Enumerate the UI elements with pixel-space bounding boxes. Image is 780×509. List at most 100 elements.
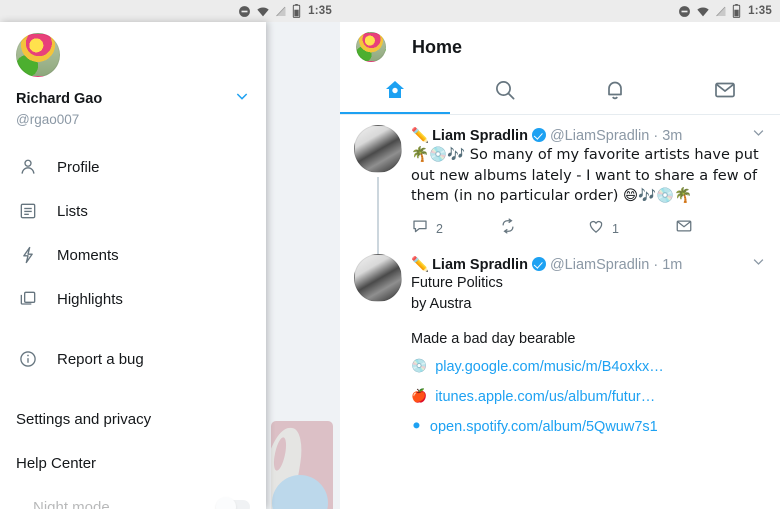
list-item[interactable]: ⚫ open.spotify.com/album/5Qwuw7s1 [411,412,766,442]
dnd-icon [239,5,251,17]
drawer-footer-menu: Settings and privacy Help Center Night m… [0,389,266,509]
sidebar-item-label: Report a bug [57,350,144,368]
dnd-icon [679,5,691,17]
navigation-drawer: Richard Gao @rgao007 Profile Lists Momen… [0,22,266,509]
tab-notifications[interactable] [560,70,670,114]
chevron-down-icon[interactable] [745,125,766,144]
tweet-author-handle: @LiamSpradlin · 3m [549,128,683,144]
sidebar-item-label: Settings and privacy [16,410,152,428]
verified-badge-icon [531,256,546,271]
app-bar: Home [340,22,780,70]
share-dm-button[interactable] [675,217,763,240]
search-icon [493,78,517,107]
retweet-button[interactable] [499,217,587,240]
sidebar-item-settings-and-privacy[interactable]: Settings and privacy [0,397,266,441]
avatar[interactable] [354,125,402,173]
list-item[interactable]: 💿 play.google.com/music/m/B4oxkx… [411,352,766,382]
tweet-item[interactable]: ✏️ Liam Spradlin @LiamSpradlin · 1m Futu… [340,244,780,352]
account-display-name: Richard Gao [16,90,103,107]
drawer-report-group: Report a bug [0,329,266,389]
status-bar-right: 1:35 [340,0,780,22]
envelope-icon [675,217,693,240]
tweet-item[interactable]: ✏️ Liam Spradlin @LiamSpradlin · 3m 🌴💿🎶 … [340,115,780,254]
bell-icon [603,78,627,107]
apple-emoji-icon: 🍎 [411,389,428,405]
sidebar-item-label: Help Center [16,454,97,472]
drawer-account-header[interactable]: Richard Gao @rgao007 [0,22,266,137]
sidebar-item-profile[interactable]: Profile [0,145,266,189]
link-url[interactable]: itunes.apple.com/us/album/futur… [435,389,655,405]
night-mode-label: Night mode [33,498,110,509]
black-circle-emoji-icon: ⚫ [411,419,422,435]
sidebar-item-report-a-bug[interactable]: Report a bug [0,337,266,381]
tweet-header: ✏️ Liam Spradlin @LiamSpradlin · 3m [411,125,766,144]
tweet-line-1: Future Politics [411,274,503,291]
sidebar-item-lists[interactable]: Lists [0,189,266,233]
link-url[interactable]: open.spotify.com/album/5Qwuw7s1 [430,419,658,435]
thread-connector [377,177,379,254]
home-icon [383,78,407,107]
sidebar-item-night-mode[interactable]: Night mode [0,485,266,509]
tweet-text: 🌴💿🎶 So many of my favorite artists have … [411,147,759,205]
cell-signal-off-icon [716,6,726,16]
tweet-author-name[interactable]: Liam Spradlin [432,257,528,273]
status-bar-clock: 1:35 [308,5,332,17]
cell-signal-off-icon [276,6,286,16]
tab-home[interactable] [340,70,450,114]
account-avatar[interactable] [16,33,60,77]
drawer-primary-menu: Profile Lists Moments Highlights [0,137,266,329]
tweet-actions: 2 1 [411,216,766,242]
retweet-icon [499,217,517,240]
sidebar-item-label: Highlights [57,290,123,308]
layers-icon [16,289,40,309]
sidebar-item-highlights[interactable]: Highlights [0,277,266,321]
drawer-scrim[interactable] [265,22,340,509]
tweet-header: ✏️ Liam Spradlin @LiamSpradlin · 1m [411,254,766,273]
app-screen: 1:35 Home Lia [0,0,780,509]
info-circle-icon [16,349,40,369]
chevron-down-icon[interactable] [745,254,766,273]
tweet-author-name[interactable]: Liam Spradlin [432,128,528,144]
navigation-drawer-pane: 1:35 Home Lia [0,0,340,509]
wifi-icon [697,6,709,16]
tweet-line-3: Made a bad day bearable [411,330,576,347]
night-mode-toggle[interactable] [216,497,250,509]
active-tab-indicator [340,111,450,114]
status-bar-left: 1:35 [0,0,340,22]
verified-badge-icon [531,128,546,142]
envelope-icon [713,78,737,107]
app-bar-avatar[interactable] [356,32,386,62]
like-count: 1 [612,221,619,236]
sidebar-item-label: Profile [57,158,100,176]
cd-emoji-icon: 💿 [411,359,428,375]
tweet-line-2: by Austra [411,295,472,312]
sidebar-item-label: Moments [57,246,119,264]
status-bar-clock: 1:35 [748,5,772,17]
reply-button[interactable]: 2 [411,217,499,240]
reply-count: 2 [436,221,443,236]
list-icon [16,201,40,221]
tweet-link-list: 💿 play.google.com/music/m/B4oxkx… 🍎 itun… [340,352,780,442]
battery-icon [292,4,301,18]
timeline-list[interactable]: ✏️ Liam Spradlin @LiamSpradlin · 3m 🌴💿🎶 … [340,115,780,509]
link-url[interactable]: play.google.com/music/m/B4oxkx… [435,359,664,375]
list-item[interactable]: 🍎 itunes.apple.com/us/album/futur… [411,382,766,412]
tab-messages[interactable] [670,70,780,114]
battery-icon [732,4,741,18]
avatar[interactable] [354,253,402,302]
chevron-down-icon[interactable] [234,88,250,109]
sidebar-item-help-center[interactable]: Help Center [0,441,266,485]
reply-icon [411,217,429,240]
tweet-author-handle: @LiamSpradlin · 1m [549,256,683,273]
sidebar-item-moments[interactable]: Moments [0,233,266,277]
page-title: Home [412,36,463,57]
wifi-icon [257,6,269,16]
heart-icon [587,217,605,240]
pencil-emoji-icon: ✏️ [411,128,430,144]
account-handle: @rgao007 [16,112,80,127]
person-icon [16,157,40,177]
tab-search[interactable] [450,70,560,114]
like-button[interactable]: 1 [587,217,675,240]
pencil-emoji-icon: ✏️ [411,256,430,273]
timeline-pane: 1:35 Home ✏️ Liam Spradlin @LiamSpradlin… [340,0,780,509]
